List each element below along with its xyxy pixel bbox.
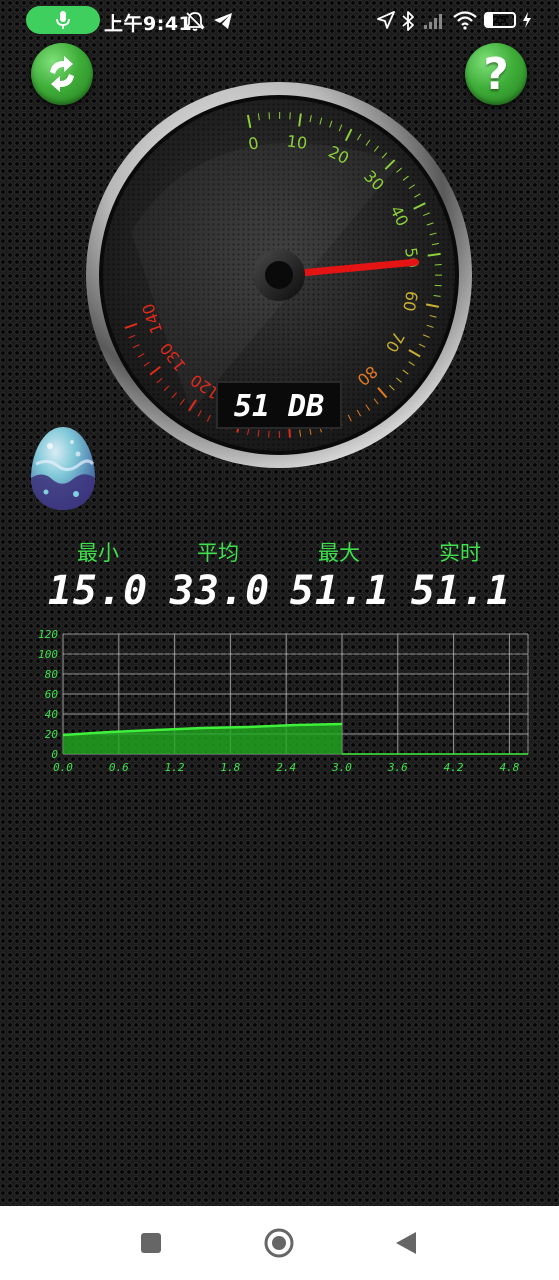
history-chart: 0 20 40 60 80 100 120 0.0 0.6 1.2 1.8 2.4 3.0 3.6 4.2…	[38, 628, 529, 774]
chart-x-tick-label: 1.2	[165, 761, 185, 774]
avg-label: 平均	[197, 541, 239, 565]
chart-x-tick-label: 2.4	[276, 761, 296, 774]
chart-y-tick-label: 100	[38, 648, 58, 661]
location-arrow-icon	[377, 11, 395, 29]
gauge-scale-label: 10	[286, 131, 309, 153]
chart-y-tick-labels: 0 20 40 60 80 100 120	[38, 628, 58, 761]
help-icon: ?	[483, 48, 509, 100]
max-label: 最大	[318, 541, 360, 565]
chart-x-tick-label: 0.6	[109, 761, 129, 774]
chart-x-tick-label: 1.8	[220, 761, 240, 774]
chart-y-tick-label: 0	[51, 748, 58, 761]
gauge-scale-label: 60	[399, 289, 422, 313]
egg-image[interactable]	[28, 424, 98, 512]
chart-y-tick-label: 80	[45, 668, 59, 681]
chart-y-tick-label: 120	[38, 628, 58, 641]
status-bar: 上午9:41 25	[0, 0, 559, 42]
chart-x-tick-label: 4.8	[499, 761, 519, 774]
chart-x-tick-label: 3.6	[387, 761, 408, 774]
mic-indicator[interactable]	[26, 6, 100, 34]
charging-bolt-icon	[523, 12, 531, 28]
battery-level: 25	[493, 14, 507, 26]
home-button[interactable]	[263, 1227, 295, 1259]
circle-icon	[264, 1228, 294, 1258]
chart-y-tick-label: 20	[45, 728, 59, 741]
realtime-label: 实时	[439, 541, 481, 565]
bluetooth-icon	[402, 11, 414, 31]
chart-y-tick-label: 60	[45, 688, 59, 701]
realtime-value: 51.1	[410, 568, 512, 614]
min-value: 15.0	[47, 568, 149, 614]
chart-x-tick-label: 4.2	[444, 761, 464, 774]
wifi-icon	[453, 11, 477, 30]
battery-fill	[486, 14, 493, 26]
telegram-icon	[214, 13, 232, 29]
chart-x-tick-labels: 0.0 0.6 1.2 1.8 2.4 3.0 3.6 4.2 4.8	[53, 761, 520, 774]
chart-y-tick-label: 40	[45, 708, 59, 721]
min-label: 最小	[77, 541, 119, 565]
triangle-back-icon	[396, 1232, 416, 1254]
back-button[interactable]	[394, 1230, 418, 1256]
db-readout: 51 DB	[234, 389, 324, 424]
navigation-bar	[0, 1206, 559, 1280]
alarm-off-icon	[185, 12, 205, 31]
square-icon	[141, 1233, 161, 1253]
cell-signal-icon	[424, 14, 442, 29]
battery-indicator: 25	[484, 12, 516, 28]
chart-x-tick-label: 0.0	[53, 761, 73, 774]
avg-value: 33.0	[169, 568, 271, 614]
max-value: 51.1	[289, 568, 391, 614]
recents-button[interactable]	[139, 1231, 163, 1255]
mic-icon	[56, 11, 70, 29]
sound-level-gauge: 0102030405060708090100110120130140 51 DB	[86, 82, 472, 468]
chart-x-tick-label: 3.0	[331, 761, 352, 774]
status-time: 上午9:41	[104, 13, 193, 35]
